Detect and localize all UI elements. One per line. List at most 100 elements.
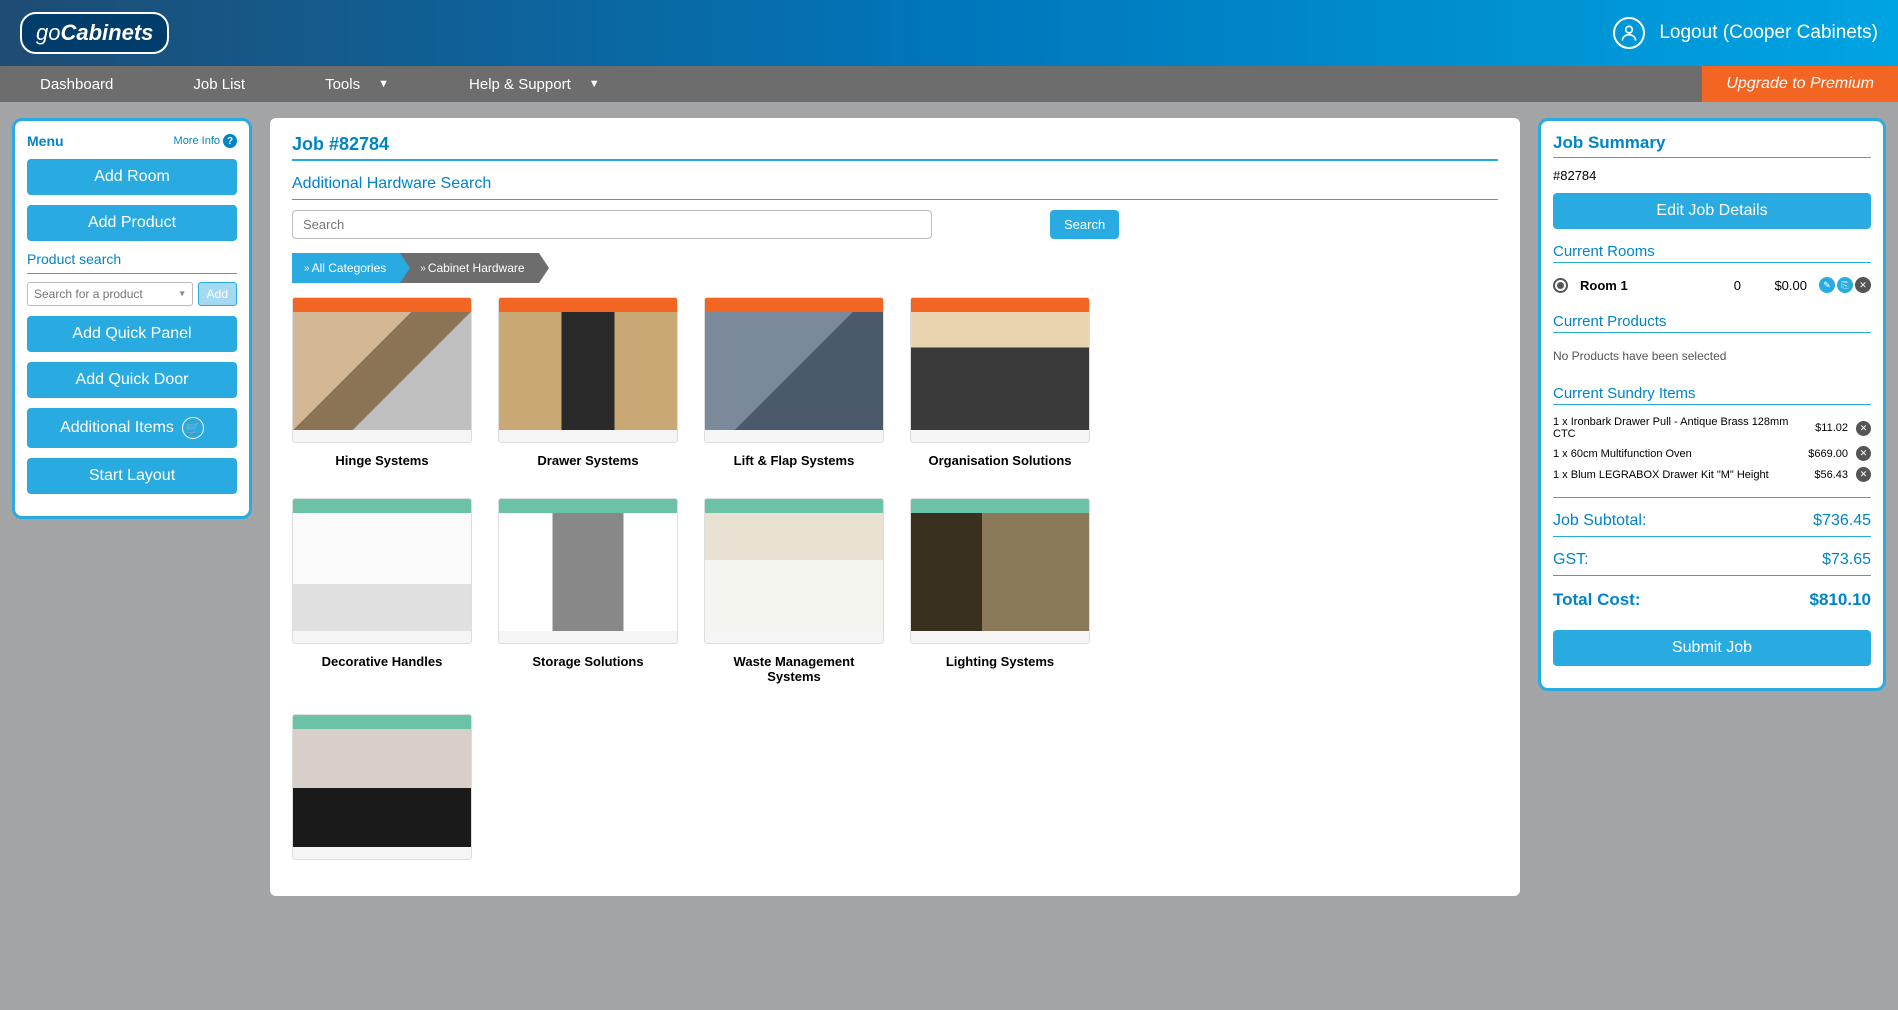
start-layout-button[interactable]: Start Layout	[27, 458, 237, 494]
nav-tools[interactable]: Tools▼	[285, 66, 429, 102]
no-products-text: No Products have been selected	[1553, 341, 1871, 371]
category-bar	[293, 715, 471, 729]
sundry-price: $56.43	[1792, 469, 1848, 481]
category-image	[292, 714, 472, 860]
main-subtitle: Additional Hardware Search	[292, 175, 1498, 193]
category-label: Organisation Solutions	[910, 443, 1090, 478]
more-info-link[interactable]: More Info?	[174, 134, 237, 148]
sundry-name: 1 x Ironbark Drawer Pull - Antique Brass…	[1553, 416, 1792, 440]
hardware-search-input[interactable]	[292, 210, 932, 239]
job-title: Job #82784	[292, 134, 1498, 155]
total-row: Total Cost: $810.10	[1553, 584, 1871, 616]
subtotal-row: Job Subtotal: $736.45	[1553, 506, 1871, 536]
hardware-search-button[interactable]: Search	[1050, 210, 1119, 239]
help-icon: ?	[223, 134, 237, 148]
sundry-price: $669.00	[1792, 448, 1848, 460]
category-label: Hinge Systems	[292, 443, 472, 478]
category-card[interactable]: Lighting Systems	[910, 498, 1090, 694]
product-search-input[interactable]	[27, 282, 193, 306]
delete-icon[interactable]: ✕	[1855, 277, 1871, 293]
sundry-row: 1 x 60cm Multifunction Oven $669.00 ✕	[1553, 443, 1871, 464]
category-thumbnail	[499, 312, 677, 430]
add-room-button[interactable]: Add Room	[27, 159, 237, 195]
sidebar: Menu More Info? Add Room Add Product Pro…	[12, 118, 252, 519]
logo-text: Cabinets	[60, 20, 153, 45]
nav-help[interactable]: Help & Support▼	[429, 66, 640, 102]
category-bar	[499, 298, 677, 312]
breadcrumb-cabinet-hardware[interactable]: »Cabinet Hardware	[400, 253, 538, 283]
submit-job-button[interactable]: Submit Job	[1553, 630, 1871, 666]
cart-icon: 🛒	[182, 417, 204, 439]
category-card[interactable]: Drawer Systems	[498, 297, 678, 478]
category-thumbnail	[293, 513, 471, 631]
sundry-row: 1 x Blum LEGRABOX Drawer Kit "M" Height …	[1553, 464, 1871, 485]
category-bar	[911, 298, 1089, 312]
category-thumbnail	[911, 513, 1089, 631]
category-label: Drawer Systems	[498, 443, 678, 478]
edit-icon[interactable]: ✎	[1819, 277, 1835, 293]
category-bar	[499, 499, 677, 513]
sundry-name: 1 x 60cm Multifunction Oven	[1553, 448, 1792, 460]
room-qty: 0	[1711, 278, 1741, 293]
copy-icon[interactable]: ⎘	[1837, 277, 1853, 293]
category-bar	[293, 499, 471, 513]
delete-icon[interactable]: ✕	[1856, 467, 1871, 482]
category-image	[292, 297, 472, 443]
category-label	[292, 860, 472, 880]
main-content: Job #82784 Additional Hardware Search Se…	[270, 118, 1520, 896]
category-image	[704, 297, 884, 443]
category-card[interactable]: Decorative Handles	[292, 498, 472, 694]
category-thumbnail	[499, 513, 677, 631]
nav-dashboard[interactable]: Dashboard	[0, 66, 153, 102]
chevron-icon: »	[420, 263, 424, 274]
user-area: Logout (Cooper Cabinets)	[1613, 17, 1878, 49]
breadcrumb: »All Categories »Cabinet Hardware	[292, 253, 1498, 283]
category-image	[910, 498, 1090, 644]
category-card[interactable]: Organisation Solutions	[910, 297, 1090, 478]
room-row: Room 1 0 $0.00 ✎ ⎘ ✕	[1553, 271, 1871, 299]
additional-items-button[interactable]: Additional Items🛒	[27, 408, 237, 448]
category-card[interactable]: Lift & Flap Systems	[704, 297, 884, 478]
product-search-title: Product search	[27, 251, 237, 267]
room-radio[interactable]	[1553, 278, 1568, 293]
app-header: goCabinets Logout (Cooper Cabinets)	[0, 0, 1898, 66]
category-card[interactable]: Hinge Systems	[292, 297, 472, 478]
room-price: $0.00	[1747, 278, 1807, 293]
breadcrumb-all-categories[interactable]: »All Categories	[292, 253, 400, 283]
category-image	[498, 498, 678, 644]
delete-icon[interactable]: ✕	[1856, 446, 1871, 461]
sidebar-title: Menu	[27, 133, 64, 149]
delete-icon[interactable]: ✕	[1856, 421, 1871, 436]
sundry-row: 1 x Ironbark Drawer Pull - Antique Brass…	[1553, 413, 1871, 443]
category-bar	[705, 499, 883, 513]
sundry-price: $11.02	[1792, 422, 1848, 434]
sundry-name: 1 x Blum LEGRABOX Drawer Kit "M" Height	[1553, 469, 1792, 481]
add-quick-panel-button[interactable]: Add Quick Panel	[27, 316, 237, 352]
category-card[interactable]: Waste Management Systems	[704, 498, 884, 694]
room-name: Room 1	[1574, 278, 1705, 293]
sundry-list: 1 x Ironbark Drawer Pull - Antique Brass…	[1553, 413, 1871, 485]
navbar: Dashboard Job List Tools▼ Help & Support…	[0, 66, 1898, 102]
logout-link[interactable]: Logout (Cooper Cabinets)	[1659, 22, 1878, 44]
logo[interactable]: goCabinets	[20, 12, 169, 54]
current-rooms-title: Current Rooms	[1553, 243, 1871, 260]
chevron-icon: »	[304, 263, 308, 274]
category-label: Lighting Systems	[910, 644, 1090, 679]
upgrade-premium-button[interactable]: Upgrade to Premium	[1702, 66, 1898, 102]
category-card[interactable]	[292, 714, 472, 880]
add-quick-door-button[interactable]: Add Quick Door	[27, 362, 237, 398]
edit-job-details-button[interactable]: Edit Job Details	[1553, 193, 1871, 229]
job-summary: Job Summary #82784 Edit Job Details Curr…	[1538, 118, 1886, 691]
category-card[interactable]: Storage Solutions	[498, 498, 678, 694]
category-thumbnail	[293, 312, 471, 430]
category-label: Decorative Handles	[292, 644, 472, 679]
category-image	[910, 297, 1090, 443]
category-thumbnail	[705, 513, 883, 631]
category-thumbnail	[911, 312, 1089, 430]
product-search-add-button[interactable]: Add	[198, 282, 237, 306]
category-bar	[705, 298, 883, 312]
current-products-title: Current Products	[1553, 313, 1871, 330]
nav-joblist[interactable]: Job List	[153, 66, 285, 102]
add-product-button[interactable]: Add Product	[27, 205, 237, 241]
chevron-down-icon: ▼	[589, 78, 600, 90]
